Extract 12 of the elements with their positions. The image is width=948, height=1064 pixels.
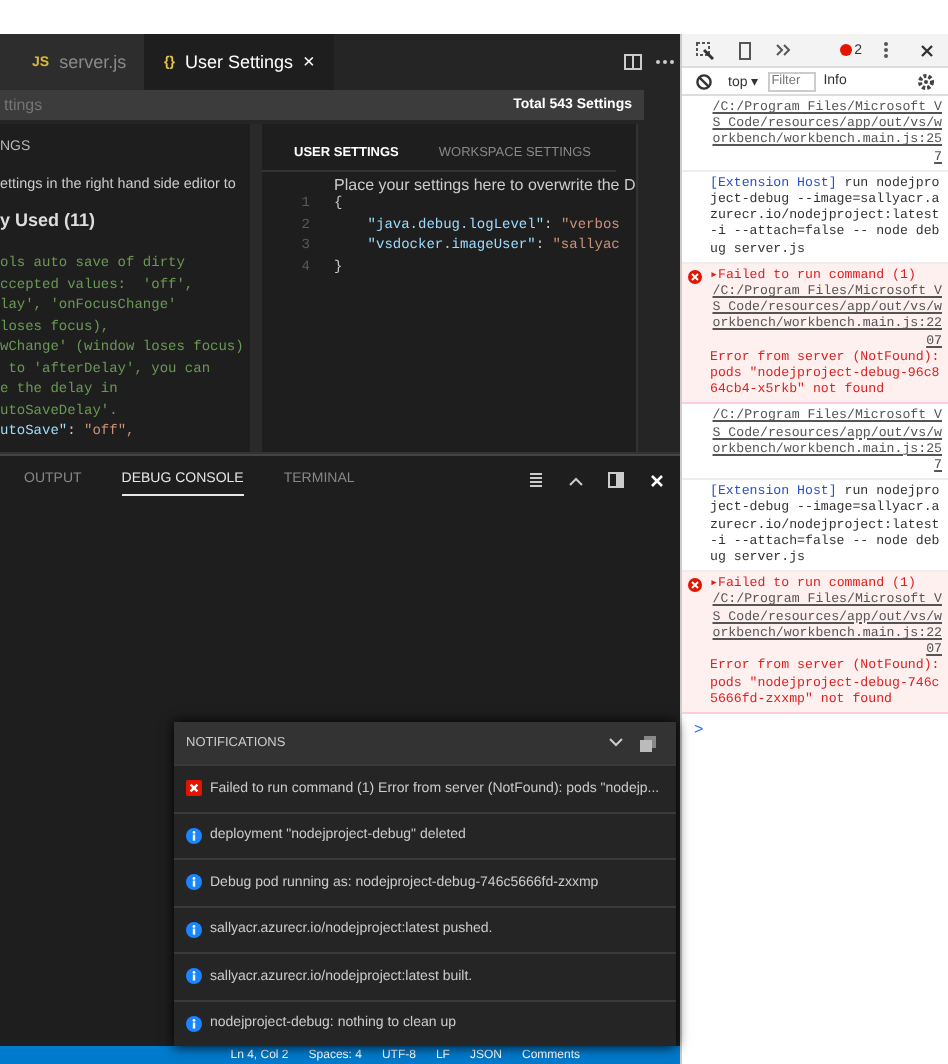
- info-icon: [186, 874, 202, 891]
- error-icon: [186, 780, 202, 797]
- search-field[interactable]: ttings: [0, 90, 502, 120]
- group-title: y Used (11): [0, 210, 98, 230]
- error-icon: [688, 269, 702, 284]
- error-icon: [688, 578, 702, 593]
- console-prompt[interactable]: >: [682, 713, 948, 744]
- info-icon: [186, 1015, 202, 1032]
- info-icon: [186, 827, 202, 844]
- info-icon: [186, 968, 202, 985]
- settings-hint: Place your settings here to overwrite the D: [332, 176, 636, 194]
- info-icon: [186, 921, 202, 938]
